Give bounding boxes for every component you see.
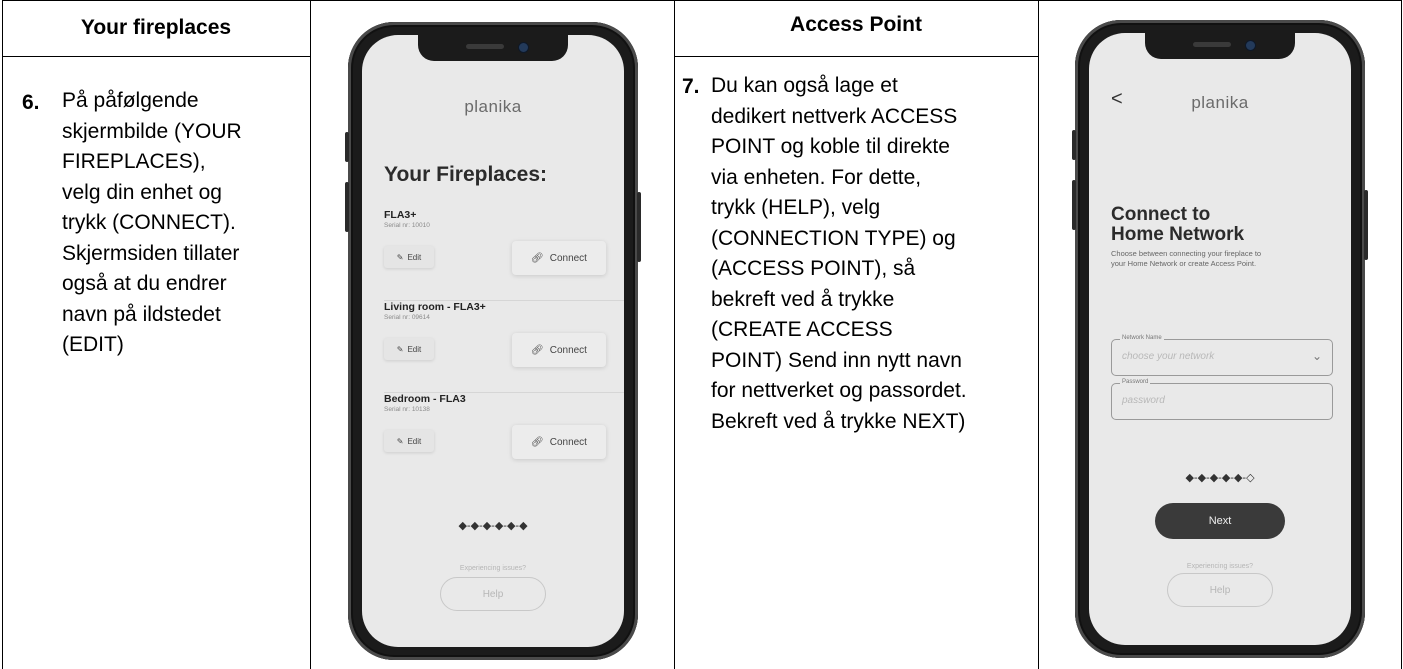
table-right-border — [1401, 0, 1402, 669]
phone-screen: planika Your Fireplaces: FLA3+ Serial nr… — [362, 35, 624, 647]
network-name-select[interactable]: Network Name choose your network ⌄ — [1111, 335, 1333, 376]
edit-button[interactable]: ✎ Edit — [384, 338, 434, 360]
pencil-icon: ✎ — [396, 344, 404, 354]
fireplace-serial: Serial nr: 10010 — [384, 222, 430, 229]
phone-side-button — [637, 192, 641, 262]
header-row-border — [2, 56, 310, 57]
camera-icon — [1245, 40, 1256, 51]
pencil-icon: ✎ — [396, 252, 404, 262]
fireplace-name: Bedroom - FLA3 — [384, 393, 466, 405]
phone-mockup-your-fireplaces: planika Your Fireplaces: FLA3+ Serial nr… — [345, 22, 641, 660]
header-your-fireplaces: Your fireplaces — [80, 16, 232, 39]
fireplace-serial: Serial nr: 10138 — [384, 406, 430, 413]
fireplace-name: FLA3+ — [384, 209, 417, 221]
phone-side-button — [345, 132, 349, 162]
column-divider — [1038, 0, 1039, 669]
phone-mockup-connect-home-network: < planika Connect to Home Network Choose… — [1072, 20, 1368, 658]
planika-logo: planika — [464, 97, 522, 116]
progress-indicator: ◆-◆-◆-◆-◆-◆ — [458, 520, 528, 532]
column-divider — [674, 0, 675, 669]
link-icon: 🔗︎ — [531, 344, 544, 356]
table-left-border — [2, 0, 3, 669]
experiencing-issues-text: Experiencing issues? — [459, 565, 527, 572]
page-title: Your Fireplaces: — [384, 163, 547, 186]
step-number-7: 7. — [682, 75, 700, 98]
camera-icon — [518, 42, 529, 53]
fireplace-name: Living room - FLA3+ — [384, 301, 486, 313]
header-row-border — [674, 56, 1038, 57]
connect-button[interactable]: 🔗︎ Connect — [512, 425, 606, 459]
network-name-label: Network Name — [1120, 335, 1164, 341]
fireplace-list-item: Living room - FLA3+ Serial nr: 09614 ✎ Ed… — [384, 301, 624, 393]
page-title: Connect to Home Network — [1111, 204, 1245, 245]
chevron-down-icon: ⌄ — [1311, 349, 1322, 363]
phone-screen: < planika Connect to Home Network Choose… — [1089, 33, 1351, 645]
password-placeholder: password — [1122, 395, 1165, 406]
phone-side-button — [345, 182, 349, 232]
fireplace-list-item: FLA3+ Serial nr: 10010 ✎ Edit 🔗︎ Connect — [384, 209, 624, 301]
edit-button[interactable]: ✎ Edit — [384, 246, 434, 268]
edit-button[interactable]: ✎ Edit — [384, 430, 434, 452]
step-number-6: 6. — [22, 91, 40, 114]
header-access-point: Access Point — [790, 13, 922, 36]
experiencing-issues-text: Experiencing issues? — [1186, 563, 1254, 570]
planika-logo: planika — [1191, 93, 1249, 112]
fireplace-serial: Serial nr: 09614 — [384, 314, 430, 321]
step-7-text: Du kan også lage et dedikert nettverk AC… — [711, 74, 967, 433]
password-label: Password — [1120, 379, 1151, 385]
link-icon: 🔗︎ — [531, 436, 544, 448]
connect-button[interactable]: 🔗︎ Connect — [512, 333, 606, 367]
phone-side-button — [1072, 180, 1076, 230]
column-divider — [310, 0, 311, 669]
phone-side-button — [1072, 130, 1076, 160]
connect-button[interactable]: 🔗︎ Connect — [512, 241, 606, 275]
progress-indicator: ◆-◆-◆-◆-◆-◇ — [1185, 472, 1255, 484]
phone-notch — [418, 35, 568, 61]
speaker-icon — [1193, 42, 1231, 47]
help-button[interactable]: Help — [440, 577, 546, 611]
page-description: Choose between connecting your fireplace… — [1111, 249, 1262, 268]
fireplace-list-item: Bedroom - FLA3 Serial nr: 10138 ✎ Edit 🔗︎… — [384, 393, 606, 463]
password-field[interactable]: Password password — [1111, 379, 1333, 420]
pencil-icon: ✎ — [396, 436, 404, 446]
table-top-border — [2, 0, 1402, 1]
next-button[interactable]: Next — [1155, 503, 1285, 539]
help-button[interactable]: Help — [1167, 573, 1273, 607]
link-icon: 🔗︎ — [531, 252, 544, 264]
phone-side-button — [1364, 190, 1368, 260]
phone-notch — [1145, 33, 1295, 59]
speaker-icon — [466, 44, 504, 49]
step-6-text: På påfølgende skjermbilde (YOUR FIREPLAC… — [62, 89, 242, 356]
network-name-placeholder: choose your network — [1122, 351, 1215, 362]
